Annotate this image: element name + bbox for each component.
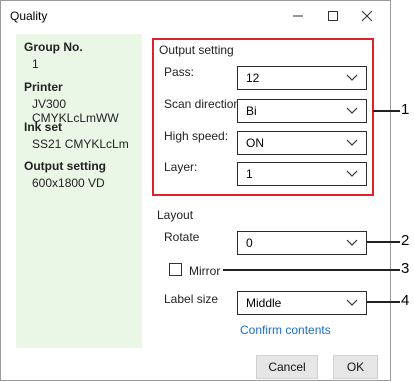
high-speed-value: ON xyxy=(246,136,264,150)
callout-number-1: 1 xyxy=(401,101,410,118)
ok-button[interactable]: OK xyxy=(333,355,378,379)
mirror-checkbox[interactable] xyxy=(169,263,182,276)
window-title: Quality xyxy=(10,9,48,23)
info-panel: Group No. 1 Printer JV300 CMYKLcLmWW Ink… xyxy=(16,34,142,348)
high-speed-select[interactable]: ON xyxy=(237,131,367,155)
inkset-value: SS21 CMYKLcLm xyxy=(32,137,129,151)
callout-line-4 xyxy=(366,301,400,303)
output-setting-title: Output setting xyxy=(159,43,234,57)
callout-number-4: 4 xyxy=(401,292,410,309)
rotate-value: 0 xyxy=(246,236,253,250)
layer-label: Layer: xyxy=(164,160,198,174)
label-size-value: Middle xyxy=(246,296,282,310)
chevron-down-icon xyxy=(346,170,358,177)
inkset-label: Ink set xyxy=(24,120,63,134)
chevron-down-icon xyxy=(346,299,358,306)
pass-select[interactable]: 12 xyxy=(237,66,367,90)
close-icon[interactable] xyxy=(352,5,382,27)
chevron-down-icon xyxy=(346,139,358,146)
pass-value: 12 xyxy=(246,71,260,85)
high-speed-label: High speed: xyxy=(164,129,229,143)
rotate-label: Rotate xyxy=(164,230,200,244)
scan-direction-label: Scan direction: xyxy=(164,97,244,111)
rotate-select[interactable]: 0 xyxy=(237,231,367,255)
callout-number-3: 3 xyxy=(401,260,410,277)
confirm-contents-link[interactable]: Confirm contents xyxy=(240,323,331,337)
title-bar: Quality xyxy=(1,1,390,31)
chevron-down-icon xyxy=(346,239,358,246)
layout-title: Layout xyxy=(157,208,194,222)
output-value: 600x1800 VD xyxy=(32,176,105,190)
callout-line-1 xyxy=(373,110,400,112)
label-size-select[interactable]: Middle xyxy=(237,291,367,315)
scan-direction-value: Bi xyxy=(246,104,257,118)
callout-number-2: 2 xyxy=(401,232,410,249)
callout-line-2 xyxy=(366,241,400,243)
label-size-label: Label size xyxy=(164,292,219,306)
chevron-down-icon xyxy=(346,107,358,114)
maximize-icon[interactable] xyxy=(318,5,348,27)
chevron-down-icon xyxy=(346,74,358,81)
output-label: Output setting xyxy=(24,159,106,173)
group-label: Group No. xyxy=(24,40,83,54)
pass-label: Pass: xyxy=(164,65,195,79)
layer-value: 1 xyxy=(246,167,253,181)
minimize-icon[interactable] xyxy=(283,5,313,27)
scan-direction-select[interactable]: Bi xyxy=(237,99,367,123)
mirror-label: Mirror xyxy=(189,264,221,278)
quality-dialog: Quality Group No. 1 Printer JV300 CMYKLc… xyxy=(0,0,391,381)
callout-line-3 xyxy=(223,269,400,271)
printer-label: Printer xyxy=(24,80,63,94)
cancel-button[interactable]: Cancel xyxy=(256,355,318,379)
layer-select[interactable]: 1 xyxy=(237,162,367,186)
group-value: 1 xyxy=(32,57,39,71)
